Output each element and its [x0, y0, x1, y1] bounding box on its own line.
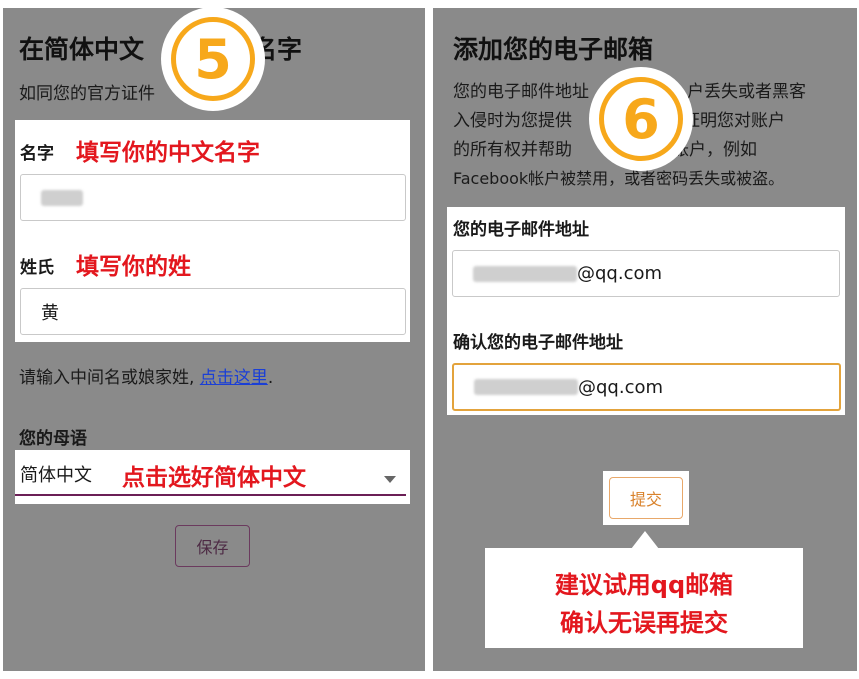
step-5-number: 5: [171, 17, 255, 101]
callout-pointer: [631, 531, 659, 549]
title-part-1: 在简体中文: [19, 35, 145, 64]
first-name-label: 名字: [20, 144, 54, 164]
email-page-title: 添加您的电子邮箱: [453, 35, 654, 64]
tip-callout: 建议试用qq邮箱 确认无误再提交: [485, 548, 803, 648]
confirm-email-domain: @qq.com: [578, 376, 664, 398]
email-label: 您的电子邮件地址: [453, 220, 589, 240]
email-domain: @qq.com: [577, 263, 663, 284]
step-5-badge-icon: 5: [161, 7, 265, 111]
middle-name-prompt: 请输入中间名或娘家姓, 点击这里.: [19, 364, 273, 392]
blurred-email-user: [473, 265, 577, 282]
step-6-badge-icon: 6: [589, 67, 693, 171]
desc-1a: 您的电子邮件地址: [453, 82, 589, 102]
native-language-label: 您的母语: [19, 429, 87, 449]
step-6-number: 6: [599, 77, 683, 161]
click-here-link[interactable]: 点击这里: [200, 368, 268, 388]
description-line-4: Facebook帐户被禁用，或者密码丢失或被盗。: [453, 169, 785, 188]
confirm-email-input[interactable]: @qq.com: [452, 363, 841, 411]
submit-button-highlight: 提交: [603, 471, 689, 525]
email-input[interactable]: @qq.com: [452, 250, 840, 297]
middle-name-prompt-text: 请输入中间名或娘家姓,: [19, 368, 200, 388]
blurred-first-name: [41, 189, 83, 206]
last-name-label: 姓氏: [20, 258, 54, 278]
native-language-value: 简体中文: [20, 465, 92, 486]
callout-line-1: 建议试用qq邮箱: [554, 571, 734, 599]
subtitle: 如同您的官方证件: [19, 84, 155, 104]
save-button[interactable]: 保存: [175, 525, 250, 567]
desc-2a: 入侵时为您提供: [453, 111, 572, 131]
last-name-value: 黄: [41, 302, 59, 324]
submit-button[interactable]: 提交: [609, 477, 683, 519]
language-annotation: 点击选好简体中文: [122, 465, 306, 491]
first-name-input[interactable]: [20, 174, 406, 221]
confirm-email-label: 确认您的电子邮件地址: [453, 333, 623, 353]
middle-name-suffix: .: [267, 368, 274, 388]
blurred-confirm-email-user: [474, 379, 578, 395]
desc-3a: 的所有权并帮助: [453, 140, 572, 160]
last-name-input[interactable]: 黄: [20, 288, 406, 335]
last-name-annotation: 填写你的姓: [76, 254, 191, 280]
callout-line-2: 确认无误再提交: [560, 609, 728, 637]
first-name-annotation: 填写你的中文名字: [76, 140, 260, 166]
desc-1b: 户丢失或者黑客: [687, 82, 806, 102]
dropdown-caret-icon: [384, 476, 396, 483]
